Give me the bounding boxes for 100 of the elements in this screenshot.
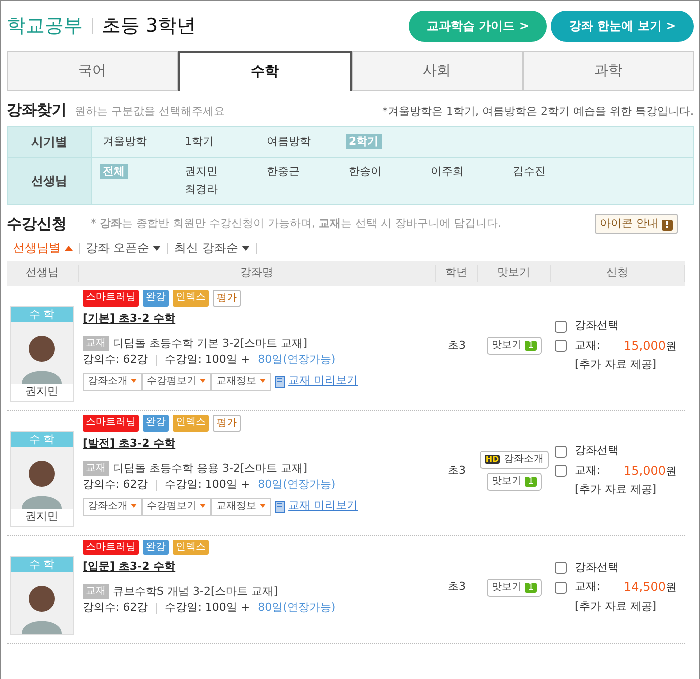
- course-tag: 완강: [143, 540, 169, 555]
- lecture-count: 강의수: 62강: [83, 600, 148, 616]
- course-tag: 인덱스: [173, 290, 209, 307]
- subject-label: 수 학: [11, 557, 73, 572]
- subject-label: 수 학: [11, 432, 73, 447]
- column-header: 선생님: [7, 265, 79, 282]
- grade-text: 초3: [448, 338, 466, 354]
- price-text: 14,500원: [624, 579, 677, 596]
- sort-down-icon: [153, 246, 162, 252]
- caret-icon: [200, 376, 206, 386]
- checkbox-label: 강좌선택: [575, 443, 619, 460]
- preview-button[interactable]: 맛보기 1: [487, 473, 542, 491]
- checkbox[interactable]: [555, 320, 567, 332]
- subject-tab[interactable]: 수학: [178, 51, 352, 91]
- checkbox[interactable]: [555, 446, 567, 458]
- dropdown-button[interactable]: 수강평보기: [142, 498, 212, 516]
- person-silhouette-icon: [22, 586, 62, 634]
- checkbox-label: 교재:: [575, 338, 601, 354]
- course-title[interactable]: [기본] 초3-2 수학: [83, 311, 176, 328]
- extension-text: 80일(연장가능): [258, 600, 336, 616]
- intro-button[interactable]: HD 강좌소개: [480, 451, 550, 469]
- checkbox-label: 강좌선택: [575, 318, 619, 334]
- icon-guide-button[interactable]: 아이콘 안내: [595, 214, 678, 234]
- count-badge: 1: [525, 582, 537, 592]
- course-tag: 인덱스: [173, 415, 209, 432]
- subject-label: 수 학: [11, 307, 73, 322]
- course-title[interactable]: [입문] 초3-2 수학: [83, 559, 176, 576]
- caret-icon: [260, 376, 266, 386]
- price-text: 15,000원: [624, 338, 677, 355]
- extra-note: [추가 자료 제공]: [575, 482, 658, 498]
- study-days: 수강일: 100일 +: [165, 477, 250, 494]
- filter-option[interactable]: 최경라: [182, 182, 221, 196]
- extra-note: [추가 자료 제공]: [575, 357, 658, 374]
- filter-option[interactable]: 김수진: [510, 164, 549, 178]
- alert-icon: [662, 220, 673, 230]
- caret-icon: [260, 502, 266, 510]
- sort-option[interactable]: 최신 강좌순: [168, 239, 256, 257]
- notice-text: *겨울방학은 1학기, 여름방학은 2학기 예습을 위한 특강입니다.: [382, 104, 694, 120]
- column-header: 맛보기: [478, 265, 551, 282]
- dropdown-button[interactable]: 교재정보: [211, 498, 271, 516]
- price-text: 15,000원: [624, 462, 677, 480]
- notice-text: *강좌는 종합반 회원만 수강신청이 가능하며, 교재는 선택 시 장바구니에 담깁니다.: [91, 216, 502, 232]
- person-silhouette-icon: [22, 336, 62, 384]
- preview-link[interactable]: 교재 미리보기: [288, 373, 358, 390]
- study-days: 수강일: 100일 +: [165, 352, 250, 368]
- course-tag: 완강: [143, 290, 169, 307]
- filter-option[interactable]: 이주희: [428, 164, 467, 178]
- filter-option[interactable]: 권지민: [182, 164, 221, 178]
- dropdown-button[interactable]: 교재정보: [211, 372, 271, 390]
- preview-button[interactable]: 맛보기 1: [487, 337, 542, 355]
- filter-option[interactable]: 겨울방학: [100, 134, 150, 148]
- checkbox[interactable]: [555, 340, 567, 352]
- dropdown-button[interactable]: 수강평보기: [142, 372, 212, 390]
- subject-tab[interactable]: 사회: [352, 51, 523, 91]
- teacher-name: 권지민: [24, 384, 60, 400]
- course-tag: 평가: [213, 415, 241, 432]
- filter-option[interactable]: 한중근: [264, 164, 303, 178]
- grade-title: 초등 3학년: [102, 14, 196, 39]
- book-name: 디딤돌 초등수학 기본 3-2[스마트 교재]: [113, 336, 308, 352]
- filter-label: 선생님: [8, 158, 92, 204]
- study-days: 수강일: 100일 +: [165, 600, 250, 616]
- caret-icon: [131, 502, 138, 510]
- filter-option[interactable]: 1학기: [182, 134, 217, 148]
- course-tag: 완강: [143, 415, 169, 432]
- preview-button[interactable]: 맛보기 1: [487, 578, 542, 596]
- grade-text: 초3: [448, 579, 466, 596]
- dropdown-button[interactable]: 강좌소개: [83, 372, 142, 390]
- grade-text: 초3: [448, 462, 466, 479]
- course-tag: 평가: [213, 290, 241, 307]
- book-tag: 교재: [83, 584, 109, 600]
- preview-link[interactable]: 교재 미리보기: [288, 498, 358, 515]
- book-icon: [274, 500, 285, 512]
- book-name: 큐브수학S 개념 3-2[스마트 교재]: [113, 584, 278, 600]
- sort-up-icon: [64, 246, 73, 252]
- column-header: 신청: [551, 265, 685, 282]
- book-name: 디딤돌 초등수학 응용 3-2[스마트 교재]: [113, 460, 308, 476]
- course-tag: 스마트러닝: [83, 540, 139, 555]
- count-badge: 1: [525, 477, 537, 487]
- hd-badge: HD: [484, 455, 500, 464]
- column-header: 강좌명: [79, 265, 436, 282]
- checkbox[interactable]: [555, 465, 567, 477]
- extra-note: [추가 자료 제공]: [575, 598, 658, 615]
- sort-down-icon: [242, 246, 250, 252]
- section-title: 수강신청: [7, 214, 67, 234]
- filter-option[interactable]: 한송이: [346, 164, 385, 178]
- course-tag: 스마트러닝: [83, 290, 139, 307]
- sort-option[interactable]: 강좌 오픈순: [80, 239, 168, 257]
- subject-tab[interactable]: 과학: [522, 51, 694, 91]
- person-silhouette-icon: [22, 461, 62, 509]
- column-header: 학년: [436, 265, 478, 282]
- count-badge: 1: [525, 341, 537, 351]
- subject-tab[interactable]: 국어: [7, 51, 178, 91]
- dropdown-button[interactable]: 강좌소개: [83, 498, 142, 516]
- checkbox[interactable]: [555, 562, 567, 574]
- course-tag: 스마트러닝: [83, 415, 139, 432]
- filter-option[interactable]: 여름방학: [264, 134, 314, 148]
- book-tag: 교재: [83, 461, 109, 476]
- checkbox[interactable]: [555, 582, 567, 594]
- course-title[interactable]: [발전] 초3-2 수학: [83, 436, 176, 452]
- lecture-count: 강의수: 62강: [83, 352, 148, 368]
